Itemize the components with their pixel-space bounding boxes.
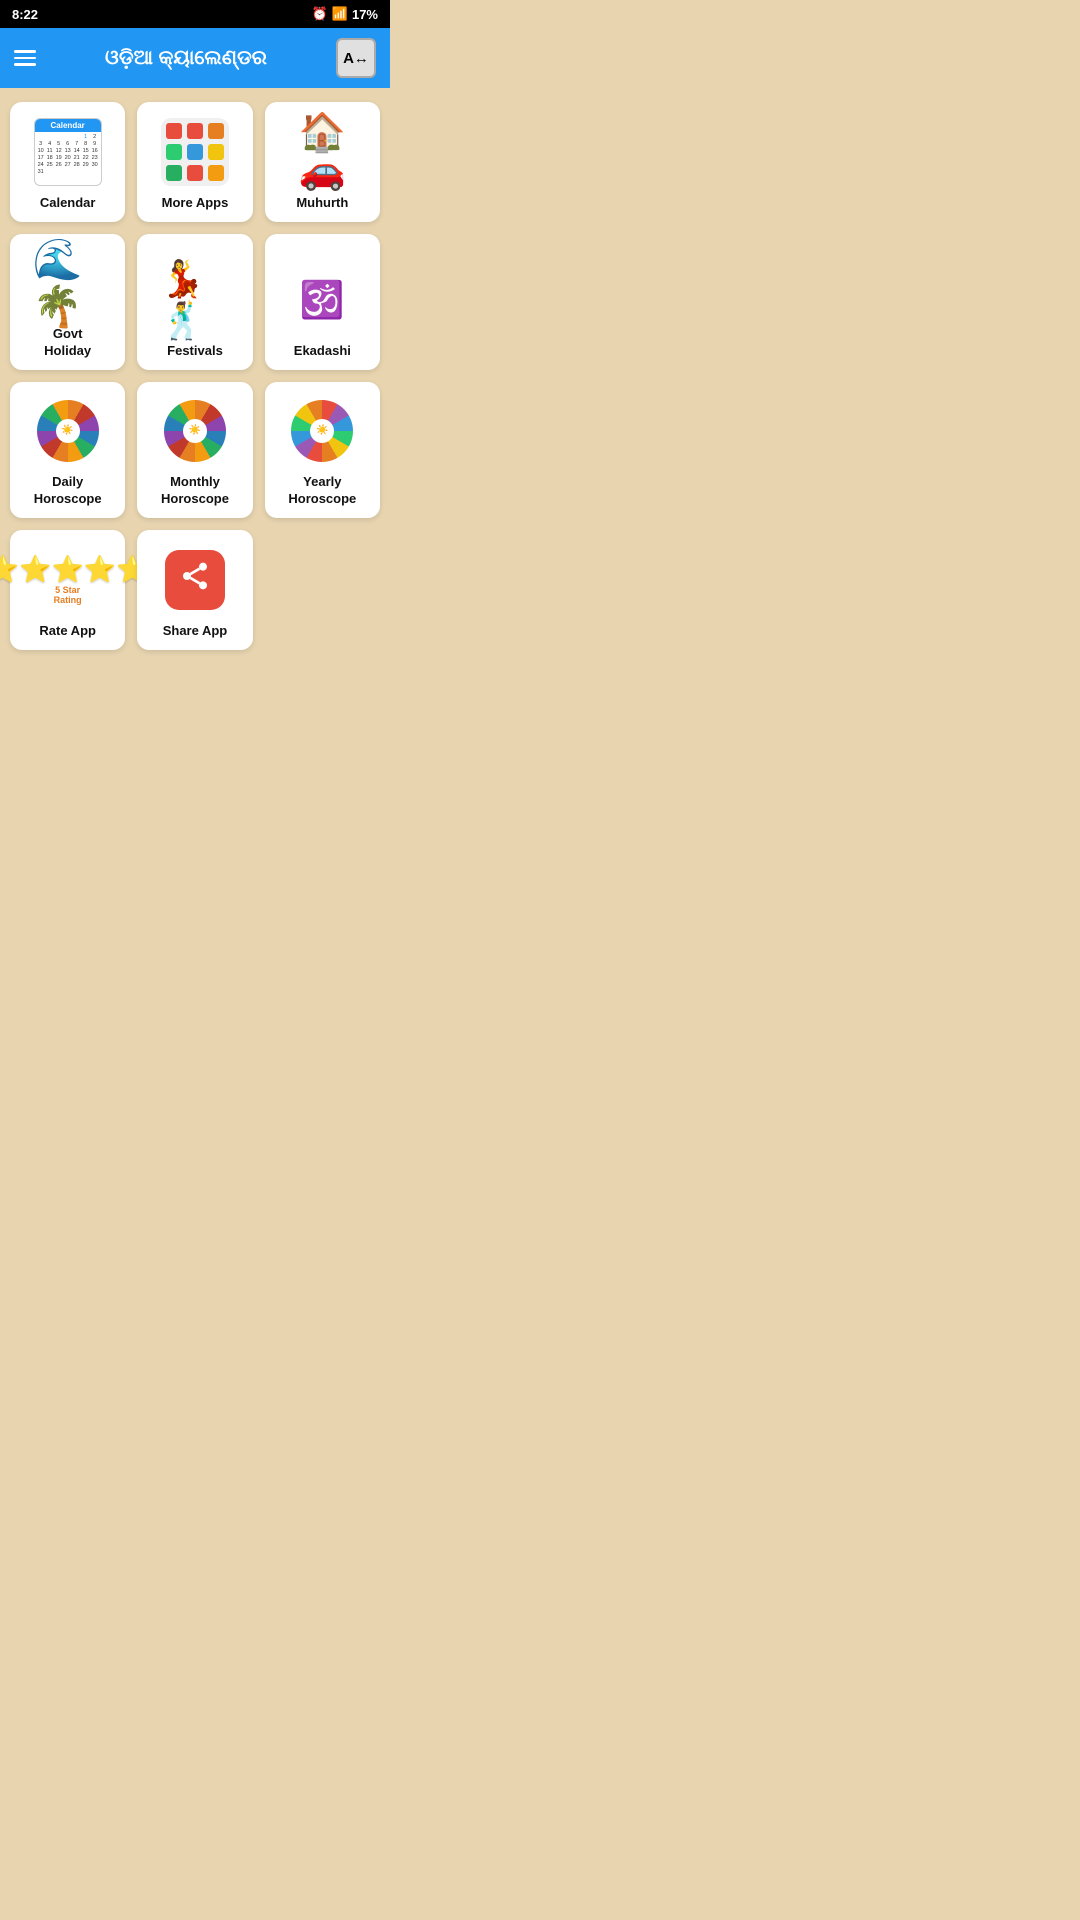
share-app-icon <box>160 545 230 615</box>
translate-icon: A↔ <box>343 50 369 67</box>
alarm-icon: ⏰ <box>312 6 328 22</box>
daily-horoscope-label: DailyHoroscope <box>34 474 102 508</box>
yearly-horoscope-card[interactable]: ☀️ YearlyHoroscope <box>265 382 380 518</box>
festivals-icon: 💃🕺 <box>160 265 230 335</box>
monthly-horoscope-icon: ☀️ <box>160 396 230 466</box>
monthly-horoscope-card[interactable]: ☀️ MonthlyHoroscope <box>137 382 252 518</box>
ekadashi-icon: 🕉️ <box>287 265 357 335</box>
yearly-horoscope-label: YearlyHoroscope <box>288 474 356 508</box>
yearly-horoscope-icon: ☀️ <box>287 396 357 466</box>
festivals-card[interactable]: 💃🕺 Festivals <box>137 234 252 370</box>
menu-button[interactable] <box>14 50 36 66</box>
status-right: ⏰ 📶 17% <box>312 6 378 22</box>
main-grid: Calendar 12 3456789 10111213141516 17181… <box>0 88 390 664</box>
govt-holiday-label: GovtHoliday <box>44 326 91 360</box>
govt-holiday-icon: 🌊🌴 <box>33 248 103 318</box>
more-apps-card[interactable]: More Apps <box>137 102 252 222</box>
muhurth-card[interactable]: 🏠🚗 Muhurth <box>265 102 380 222</box>
status-bar: 8:22 ⏰ 📶 17% <box>0 0 390 28</box>
battery: 17% <box>352 7 378 22</box>
muhurth-label: Muhurth <box>296 195 348 212</box>
rate-app-card[interactable]: ⭐⭐⭐⭐⭐ 5 StarRating Rate App <box>10 530 125 650</box>
calendar-label: Calendar <box>40 195 96 212</box>
translate-button[interactable]: A↔ <box>336 38 376 78</box>
time: 8:22 <box>12 7 38 22</box>
share-app-label: Share App <box>163 623 228 640</box>
rate-app-icon: ⭐⭐⭐⭐⭐ 5 StarRating <box>33 545 103 615</box>
daily-horoscope-icon: ☀️ <box>33 396 103 466</box>
app-title: ଓଡ଼ିଆ କ୍ୟାଲେଣ୍ଡର <box>50 47 322 70</box>
muhurth-icon: 🏠🚗 <box>287 117 357 187</box>
app-header: ଓଡ଼ିଆ କ୍ୟାଲେଣ୍ଡର A↔ <box>0 28 390 88</box>
more-apps-icon <box>160 117 230 187</box>
daily-horoscope-card[interactable]: ☀️ DailyHoroscope <box>10 382 125 518</box>
share-app-card[interactable]: Share App <box>137 530 252 650</box>
rate-app-label: Rate App <box>39 623 96 640</box>
govt-holiday-card[interactable]: 🌊🌴 GovtHoliday <box>10 234 125 370</box>
calendar-icon: Calendar 12 3456789 10111213141516 17181… <box>33 117 103 187</box>
ekadashi-label: Ekadashi <box>294 343 351 360</box>
signal-icon: 📶 <box>332 6 348 22</box>
more-apps-label: More Apps <box>162 195 229 212</box>
calendar-card[interactable]: Calendar 12 3456789 10111213141516 17181… <box>10 102 125 222</box>
ekadashi-card[interactable]: 🕉️ Ekadashi <box>265 234 380 370</box>
monthly-horoscope-label: MonthlyHoroscope <box>161 474 229 508</box>
festivals-label: Festivals <box>167 343 223 360</box>
